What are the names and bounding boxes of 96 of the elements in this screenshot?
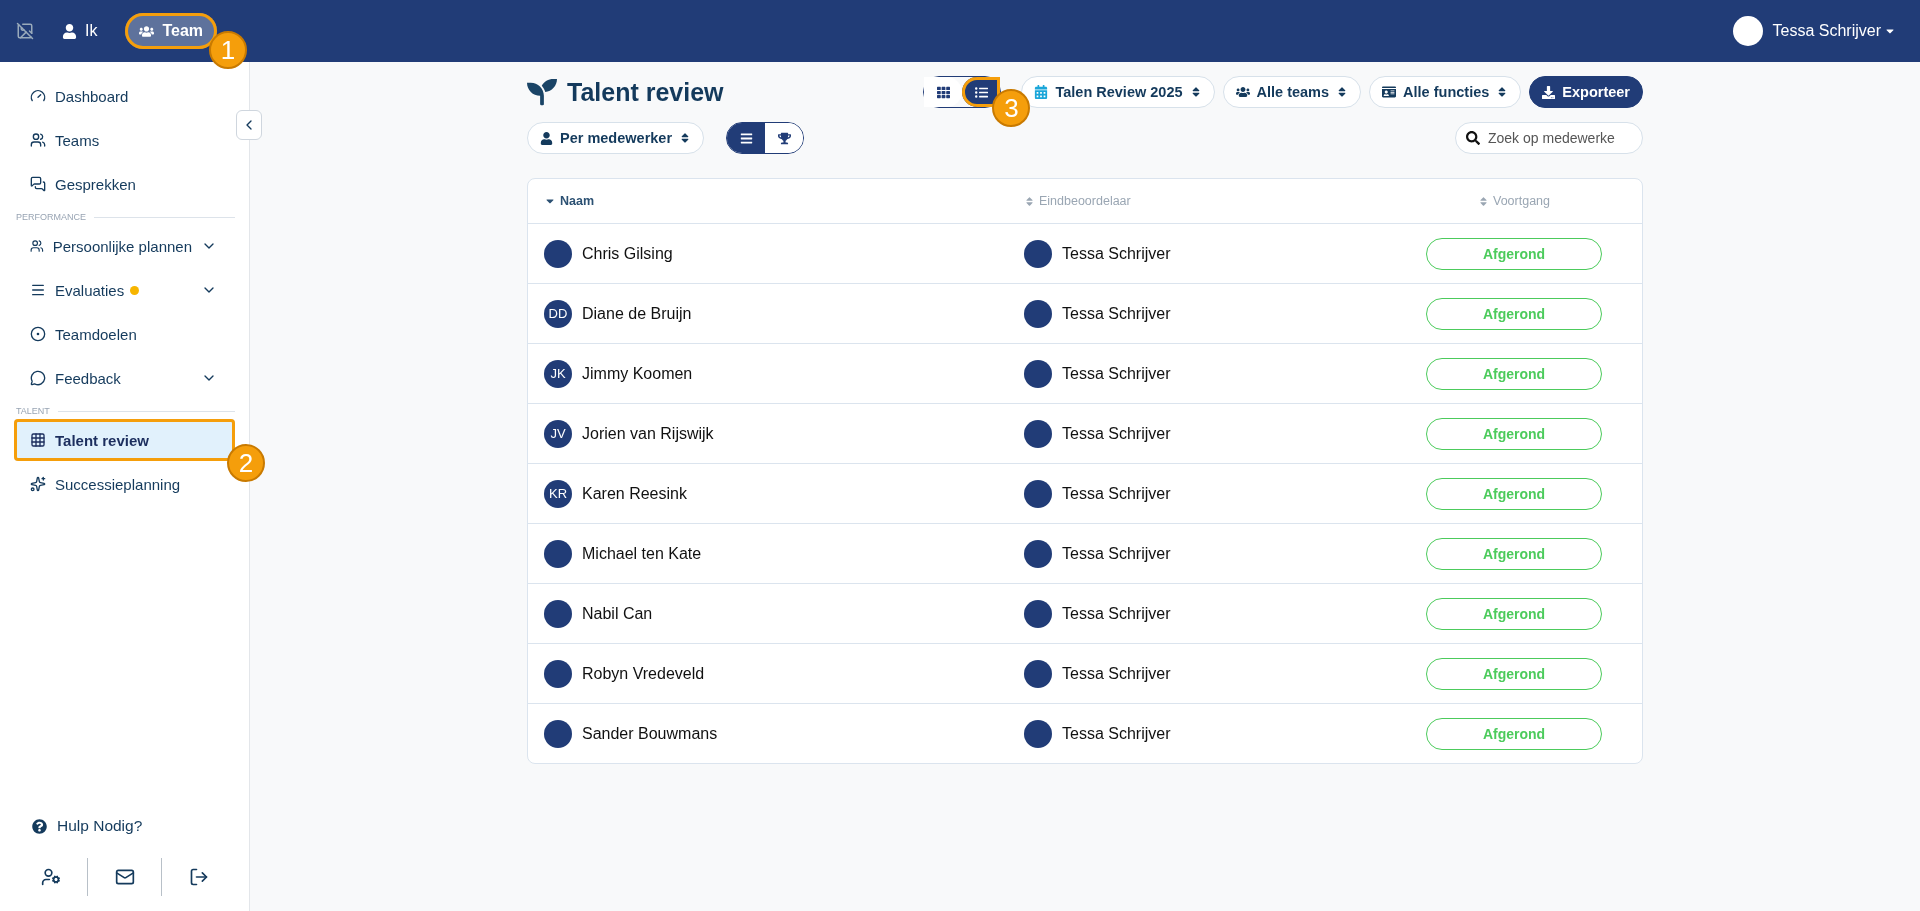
sidebar-item[interactable]: Evaluaties bbox=[14, 269, 235, 311]
employee-name: Chris Gilsing bbox=[582, 244, 673, 263]
reviewer-name: Tessa Schrijver bbox=[1062, 244, 1171, 263]
broken-image-icon bbox=[16, 22, 34, 40]
employee-name: Jimmy Koomen bbox=[582, 364, 693, 383]
question-icon bbox=[32, 818, 47, 834]
reviewer-name: Tessa Schrijver bbox=[1062, 304, 1171, 323]
page-title: Talent review bbox=[567, 77, 724, 107]
callout-number: 1 bbox=[209, 31, 248, 69]
avatar: JV bbox=[544, 419, 572, 448]
sort-icon bbox=[1478, 195, 1489, 207]
sidebar-item[interactable]: Gesprekken bbox=[14, 163, 235, 205]
section-label: TALENT bbox=[16, 406, 50, 416]
employee-name: Michael ten Kate bbox=[582, 544, 702, 563]
user-avatar bbox=[1732, 16, 1763, 46]
filter-dropdown[interactable]: Alle functies bbox=[1369, 76, 1522, 108]
avatar bbox=[1024, 479, 1052, 508]
avatar bbox=[1024, 359, 1052, 388]
avatar bbox=[1024, 659, 1052, 688]
sprout-icon bbox=[527, 77, 557, 107]
avatar bbox=[1024, 539, 1052, 568]
nav-tab[interactable]: Team bbox=[125, 13, 218, 49]
trophy-mode-button[interactable] bbox=[765, 123, 804, 153]
sidebar-item[interactable]: Persoonlijke plannen bbox=[14, 225, 235, 267]
logout-icon bbox=[188, 867, 209, 887]
user-icon bbox=[62, 23, 77, 39]
download-icon bbox=[1542, 85, 1556, 99]
avatar bbox=[544, 599, 572, 628]
employee-name: Robyn Vredeveld bbox=[582, 664, 705, 683]
people-icon bbox=[30, 238, 44, 254]
filter-dropdown[interactable]: Alle teams bbox=[1222, 76, 1362, 108]
sidebar-item[interactable]: Teams bbox=[14, 119, 235, 161]
grid-icon bbox=[30, 432, 46, 448]
grid-view-button[interactable] bbox=[924, 77, 963, 107]
rows-icon bbox=[739, 131, 753, 145]
chat-bubble-icon bbox=[30, 370, 46, 386]
id-card-icon bbox=[1382, 85, 1397, 99]
filter-dropdown[interactable]: Talen Review 2025 bbox=[1021, 76, 1215, 108]
employee-name: Nabil Can bbox=[582, 604, 653, 623]
list-icon bbox=[30, 282, 46, 298]
calendar-icon bbox=[1034, 85, 1049, 99]
list-icon bbox=[974, 85, 988, 99]
user-menu[interactable]: Tessa Schrijver bbox=[1772, 22, 1896, 40]
reviewer-name: Tessa Schrijver bbox=[1062, 604, 1171, 623]
export-button[interactable]: Exporteer bbox=[1529, 76, 1643, 108]
avatar bbox=[1024, 239, 1052, 268]
trophy-icon bbox=[777, 131, 791, 145]
avatar bbox=[1024, 599, 1052, 628]
avatar bbox=[1024, 719, 1052, 748]
reviewer-name: Tessa Schrijver bbox=[1062, 424, 1171, 443]
search-icon bbox=[1466, 131, 1480, 145]
mail-icon bbox=[114, 867, 135, 887]
sidebar-item[interactable]: Dashboard bbox=[14, 75, 235, 117]
gauge-icon bbox=[30, 88, 46, 104]
reviewer-name: Tessa Schrijver bbox=[1062, 544, 1171, 563]
avatar bbox=[544, 719, 572, 748]
callout-number: 2 bbox=[227, 444, 265, 482]
employee-name: Sander Bouwmans bbox=[582, 724, 718, 743]
reviewer-name: Tessa Schrijver bbox=[1062, 724, 1171, 743]
chat-bubbles-icon bbox=[30, 176, 46, 192]
sort-icon bbox=[1024, 195, 1035, 207]
people-icon bbox=[1235, 85, 1250, 99]
employee-name: Karen Reesink bbox=[582, 484, 687, 503]
callout-number: 3 bbox=[992, 89, 1031, 127]
reviewer-name: Tessa Schrijver bbox=[1062, 664, 1171, 683]
avatar: JK bbox=[544, 359, 572, 388]
reviewer-name: Tessa Schrijver bbox=[1062, 364, 1171, 383]
collapse-button[interactable] bbox=[236, 110, 262, 140]
avatar bbox=[544, 239, 572, 268]
target-icon bbox=[30, 326, 46, 342]
column-header[interactable]: Naam bbox=[544, 194, 1024, 208]
nav-tab[interactable]: Ik bbox=[48, 13, 112, 49]
avatar bbox=[544, 659, 572, 688]
section-label: PERFORMANCE bbox=[16, 212, 86, 222]
sidebar-item[interactable]: Talent review bbox=[14, 419, 235, 461]
list-view-button[interactable] bbox=[962, 77, 1001, 107]
employee-name: Jorien van Rijswijk bbox=[582, 424, 714, 443]
help-link[interactable]: Hulp Nodig? bbox=[14, 805, 235, 847]
avatar bbox=[1024, 299, 1052, 328]
avatar: DD bbox=[544, 299, 572, 328]
user-gear-icon bbox=[40, 867, 61, 887]
rows-mode-button[interactable] bbox=[727, 123, 766, 153]
people-icon bbox=[139, 23, 155, 39]
sidebar-item[interactable]: Feedback bbox=[14, 357, 235, 399]
employee-name: Diane de Bruijn bbox=[582, 304, 692, 323]
reviewer-name: Tessa Schrijver bbox=[1062, 484, 1171, 503]
avatar bbox=[544, 539, 572, 568]
grid-icon bbox=[936, 85, 950, 99]
people-icon bbox=[30, 132, 46, 148]
sidebar-item[interactable]: Teamdoelen bbox=[14, 313, 235, 355]
avatar bbox=[1024, 419, 1052, 448]
group-by-dropdown[interactable]: Per medewerker bbox=[527, 122, 705, 154]
sparkles-icon bbox=[30, 476, 46, 492]
avatar: KR bbox=[544, 479, 572, 508]
search-field[interactable]: Zoek op medewerke bbox=[1455, 122, 1643, 154]
user-icon bbox=[540, 131, 553, 145]
